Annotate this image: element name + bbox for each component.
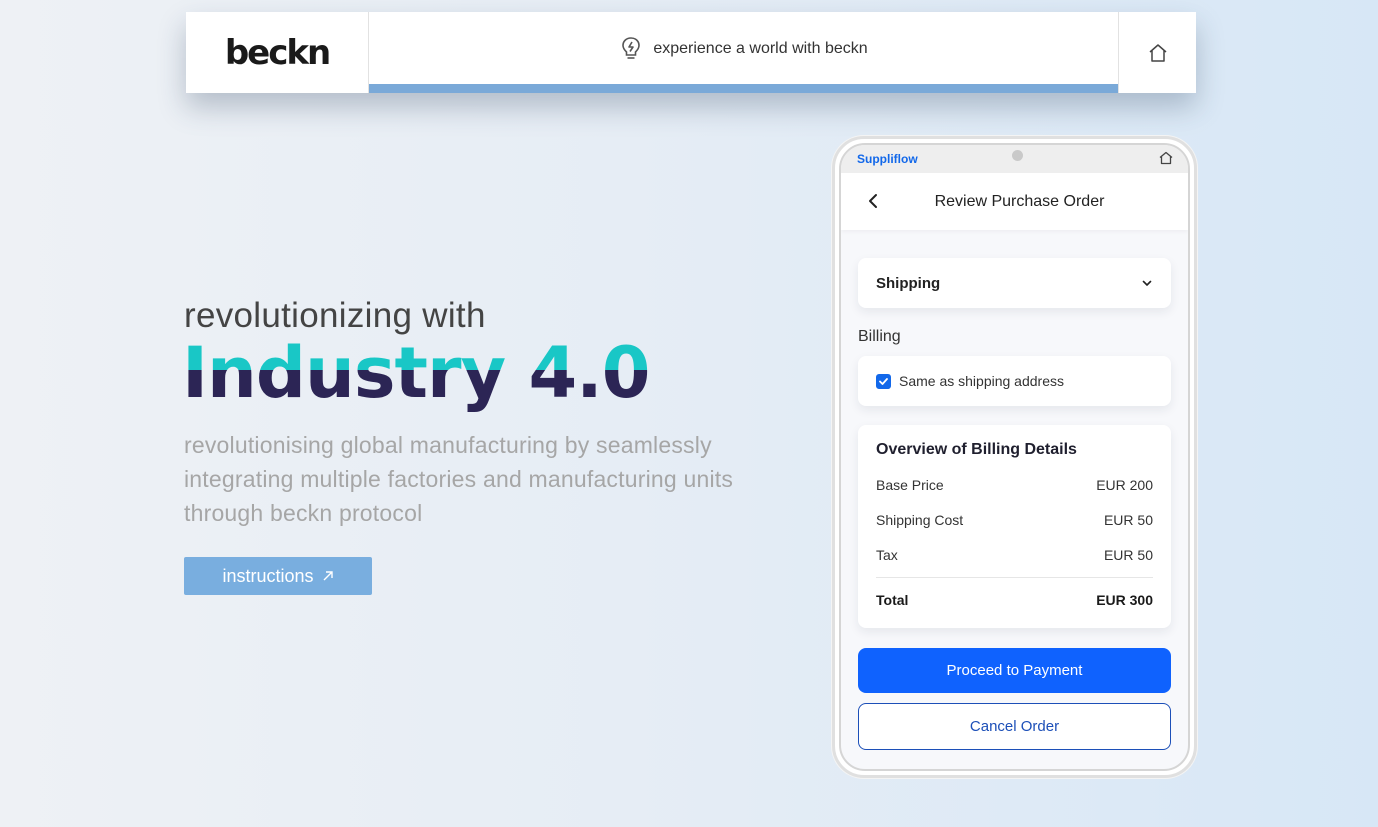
home-icon (1149, 43, 1166, 62)
status-bar: Suppliflow (841, 145, 1188, 173)
billing-overview-card: Overview of Billing Details Base Price E… (858, 425, 1171, 628)
phone-mockup: Suppliflow Review Purchase Order Shippin… (832, 136, 1197, 778)
home-icon[interactable] (1158, 150, 1174, 166)
same-as-shipping-label: Same as shipping address (899, 373, 1064, 389)
hero-subtitle: revolutionizing with (184, 296, 486, 335)
same-as-shipping-row[interactable]: Same as shipping address (858, 356, 1171, 406)
price-row-label: Tax (876, 547, 898, 563)
page-title: Review Purchase Order (934, 192, 1105, 210)
phone-screen: Suppliflow Review Purchase Order Shippin… (839, 143, 1190, 771)
price-row-label: Shipping Cost (876, 512, 964, 528)
instructions-button[interactable]: instructions (184, 557, 372, 595)
nav-bar: Review Purchase Order (841, 173, 1188, 230)
price-row-value: EUR 50 (1103, 547, 1153, 563)
billing-label: Billing (858, 328, 901, 345)
tagline-accent-bar (369, 84, 1118, 93)
logo-text: beckn (224, 32, 331, 73)
lightbulb-icon (622, 36, 641, 59)
price-row: Shipping Cost EUR 50 (876, 512, 1153, 547)
price-row-label: Base Price (876, 477, 944, 493)
app-brand: Suppliflow (857, 152, 918, 166)
total-row: Total EUR 300 (876, 592, 1153, 616)
hero-description: revolutionising global manufacturing by … (184, 432, 734, 526)
instructions-label: instructions (222, 565, 314, 586)
cancel-order-button[interactable]: Cancel Order (858, 703, 1171, 750)
price-row-value: EUR 200 (1096, 477, 1153, 493)
tagline-banner: experience a world with beckn (369, 12, 1118, 93)
proceed-to-payment-button[interactable]: Proceed to Payment (858, 648, 1171, 693)
home-button[interactable] (1118, 12, 1196, 93)
camera-dot (1012, 150, 1023, 161)
shipping-accordion[interactable]: Shipping (858, 258, 1171, 308)
total-label: Total (876, 592, 909, 608)
price-row-value: EUR 50 (1103, 512, 1153, 528)
overview-title: Overview of Billing Details (876, 441, 1077, 458)
top-header: beckn experience a world with beckn (186, 12, 1196, 93)
beckn-logo[interactable]: beckn (186, 12, 369, 93)
checkmark-icon (879, 377, 888, 385)
back-arrow-icon[interactable] (863, 191, 883, 211)
tagline-text: experience a world with beckn (653, 39, 868, 57)
hero-title: Industry 4.0 (182, 332, 650, 414)
chevron-down-icon (1142, 280, 1152, 286)
arrow-up-right-icon (323, 571, 333, 581)
shipping-label: Shipping (876, 274, 941, 292)
same-as-shipping-checkbox[interactable] (876, 373, 891, 389)
price-row: Base Price EUR 200 (876, 477, 1153, 512)
total-value: EUR 300 (1096, 592, 1153, 608)
